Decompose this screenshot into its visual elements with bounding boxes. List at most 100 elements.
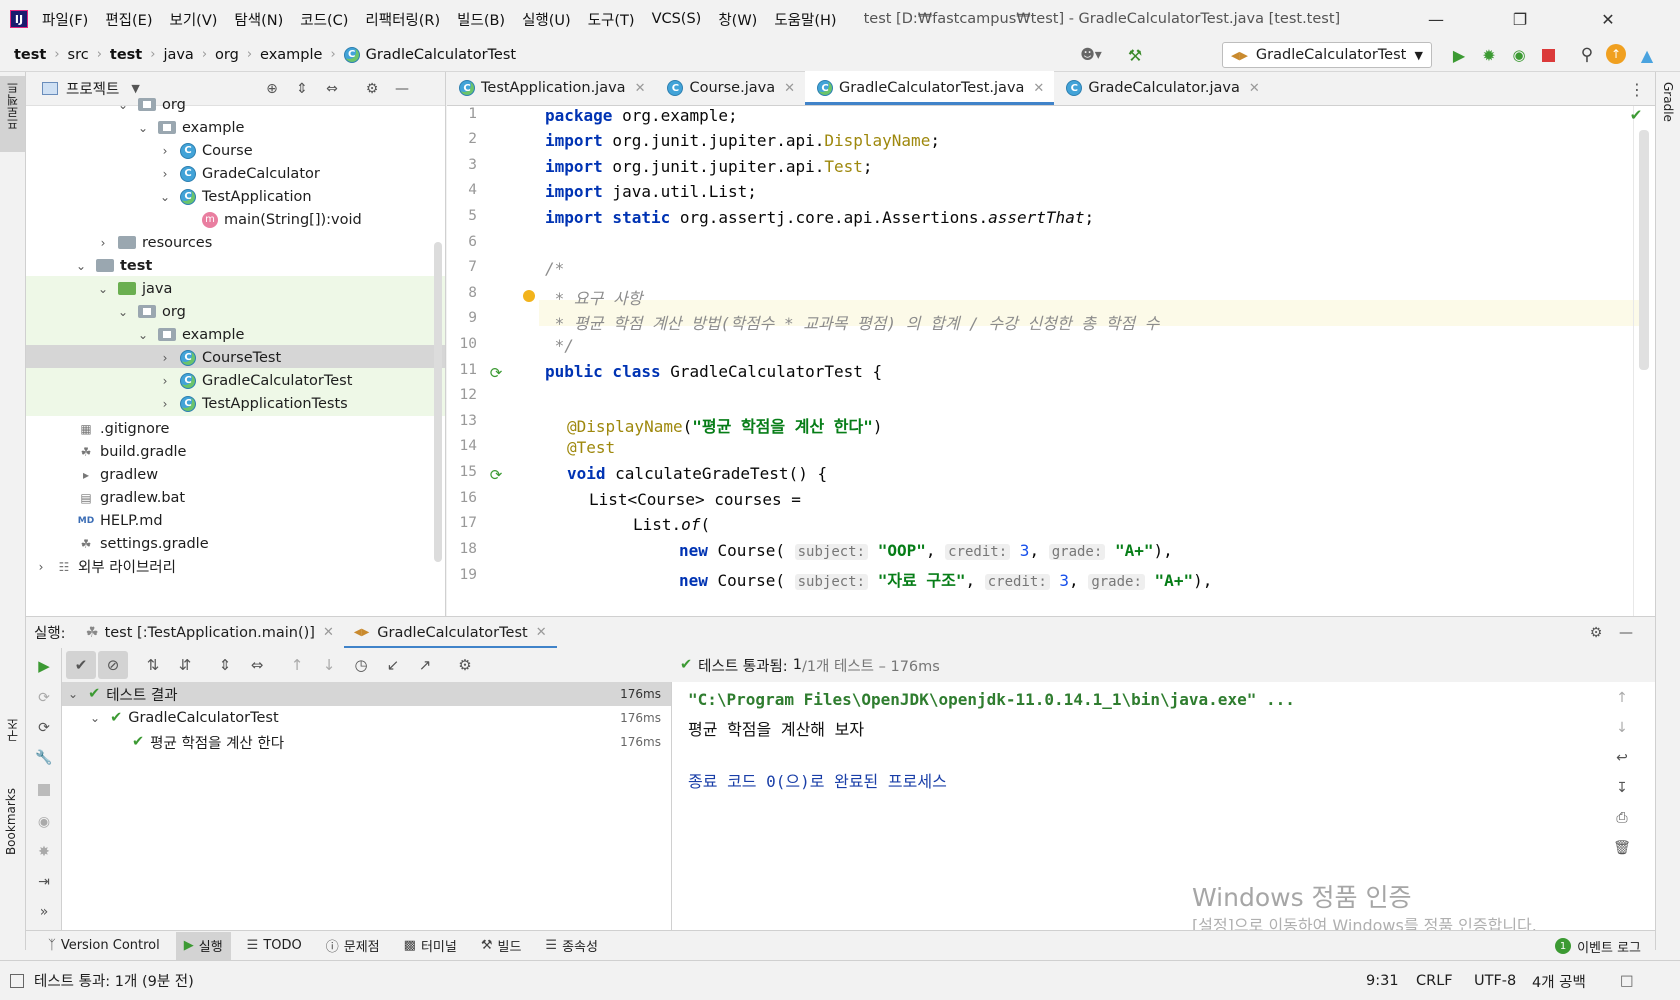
editor-scrollbar[interactable] (1639, 130, 1649, 370)
tree-item-org[interactable]: ⌄ org (26, 299, 445, 324)
tree-item-example[interactable]: ⌄ example (26, 322, 445, 347)
tab-gradlecalculatortest[interactable]: C GradleCalculatorTest.java ✕ (805, 71, 1055, 105)
camera-icon[interactable]: ◉ (34, 812, 54, 832)
pin-icon[interactable]: ✸ (34, 842, 54, 862)
chevron-down-icon[interactable]: ⌄ (116, 98, 130, 112)
next-failed-icon[interactable]: ↓ (314, 651, 344, 679)
tree-item-gradlew-bat[interactable]: ▤ gradlew.bat (26, 485, 445, 510)
menu-build[interactable]: 빌드(B) (457, 9, 505, 30)
tree-item-gradlew[interactable]: ▸ gradlew (26, 462, 445, 487)
menu-run[interactable]: 실행(U) (522, 9, 571, 30)
close-tab-icon[interactable]: ✕ (1033, 81, 1044, 96)
tool-tab-dependencies[interactable]: ☰ 종속성 (537, 932, 606, 960)
tree-item-org[interactable]: ⌄ org (26, 92, 445, 117)
tree-item-gitignore[interactable]: ▦ .gitignore (26, 416, 445, 441)
tree-item-settings-gradle[interactable]: ☘ settings.gradle (26, 531, 445, 556)
tab-testapplication[interactable]: C TestApplication.java ✕ (447, 71, 655, 105)
sort-duration-icon[interactable]: ⇵ (170, 651, 200, 679)
chevron-down-icon[interactable]: ⌄ (116, 305, 130, 319)
indent-setting[interactable]: 4개 공백 (1532, 961, 1586, 1000)
wrench-icon[interactable]: 🔧 (34, 748, 54, 768)
run-icon[interactable]: ▶ (1448, 44, 1470, 66)
tree-item-course[interactable]: › C Course (26, 138, 445, 163)
breadcrumb-item[interactable]: org (215, 47, 239, 63)
tree-item-testapplication[interactable]: ⌄ C TestApplication (26, 184, 445, 209)
test-result-root[interactable]: ⌄ ✔ 테스트 결과 176ms (62, 682, 671, 706)
scroll-to-end-icon[interactable]: ↧ (1612, 778, 1632, 798)
chevron-right-icon[interactable]: › (158, 167, 172, 181)
tree-item-test[interactable]: ⌄ test (26, 253, 445, 278)
breadcrumb-item[interactable]: java (163, 47, 193, 63)
history-icon[interactable]: ◷ (346, 651, 376, 679)
project-tool-button[interactable]: 프로젝트 (0, 76, 25, 152)
status-message[interactable]: 테스트 통과: 1개 (9분 전) (34, 970, 194, 991)
chevron-right-icon[interactable]: › (158, 397, 172, 411)
toggle-tool-windows-icon[interactable] (10, 973, 24, 988)
tree-item-build-gradle[interactable]: ☘ build.gradle (26, 439, 445, 464)
run-test-gutter-icon[interactable]: ⟳ (487, 364, 505, 382)
user-icon[interactable]: ☻▾ (1074, 44, 1108, 66)
tool-tab-version-control[interactable]: ᛉ Version Control (40, 932, 168, 960)
menu-help[interactable]: 도움말(H) (774, 9, 836, 30)
chevron-down-icon[interactable]: ⌄ (74, 259, 88, 273)
file-encoding[interactable]: UTF-8 (1474, 961, 1516, 1000)
menu-code[interactable]: 코드(C) (300, 9, 348, 30)
tree-item-gradecalculator[interactable]: › C GradeCalculator (26, 161, 445, 186)
chevron-down-icon[interactable]: ⌄ (68, 687, 78, 701)
caret-position[interactable]: 9:31 (1366, 961, 1399, 1000)
lock-icon[interactable]: □ (1620, 961, 1634, 1000)
close-window-button[interactable]: ✕ (1580, 0, 1636, 38)
breadcrumb-item[interactable]: GradleCalculatorTest (366, 47, 516, 63)
tree-item-external-libraries[interactable]: › ☷ 외부 라이브러리 (26, 554, 445, 579)
import-icon[interactable]: ⇥ (34, 872, 54, 892)
tool-tab-problems[interactable]: ⓘ 문제점 (318, 932, 388, 960)
code-editor[interactable]: 1 2 3 4 5 6 7 8 9 10 11 12 13 14 15 16 1… (447, 106, 1655, 616)
stop-icon[interactable] (1542, 49, 1555, 62)
menu-refactor[interactable]: 리팩터링(R) (365, 9, 440, 30)
show-passed-icon[interactable]: ✔ (66, 651, 96, 679)
tool-tab-run[interactable]: ▶ 실행 (175, 931, 231, 960)
close-tab-icon[interactable]: ✕ (1249, 81, 1260, 96)
menu-file[interactable]: 파일(F) (42, 9, 88, 30)
previous-failed-icon[interactable]: ↑ (282, 651, 312, 679)
tree-item-gradlecalculatortest[interactable]: › C GradleCalculatorTest (26, 368, 445, 393)
tab-gradecalculator[interactable]: C GradeCalculator.java ✕ (1054, 71, 1269, 105)
run-tab-gradlecalculatortest[interactable]: ◀▶ GradleCalculatorTest ✕ (343, 617, 557, 649)
trash-icon[interactable]: 🗑 (1612, 838, 1632, 858)
project-scrollbar[interactable] (434, 242, 442, 562)
chevron-down-icon[interactable]: ⌄ (136, 121, 150, 135)
close-tab-icon[interactable]: ✕ (323, 625, 334, 640)
chevron-right-icon[interactable]: › (34, 560, 48, 574)
test-class-row[interactable]: ⌄ ✔ GradleCalculatorTest 176ms (62, 706, 671, 730)
breadcrumb-item[interactable]: example (260, 47, 322, 63)
gear-icon[interactable]: ⚙ (1586, 623, 1606, 643)
show-ignored-icon[interactable]: ⊘ (98, 651, 128, 679)
chevron-down-icon[interactable]: ⌄ (136, 328, 150, 342)
chevron-down-icon[interactable]: ⌄ (96, 282, 110, 296)
plugin-icon[interactable]: ▲ (1636, 44, 1658, 66)
breadcrumb-item[interactable]: test (14, 47, 46, 63)
restore-button[interactable]: ❐ (1492, 0, 1548, 38)
menu-vcs[interactable]: VCS(S) (652, 11, 702, 27)
menu-tools[interactable]: 도구(T) (588, 9, 635, 30)
menu-navigate[interactable]: 탐색(N) (234, 9, 283, 30)
hide-panel-icon[interactable]: — (1616, 623, 1636, 643)
close-tab-icon[interactable]: ✕ (784, 81, 795, 96)
inspection-ok-icon[interactable]: ✔ (1627, 106, 1645, 124)
rerun-icon[interactable]: ▶ (34, 656, 54, 676)
tree-item-testapplicationtests[interactable]: › C TestApplicationTests (26, 391, 445, 416)
tree-item-resources[interactable]: › resources (26, 230, 445, 255)
chevron-right-icon[interactable]: › (158, 351, 172, 365)
run-tab-testapplication[interactable]: ☘ test [:TestApplication.main()] ✕ (76, 617, 344, 649)
chevron-down-icon[interactable]: ⌄ (158, 190, 172, 204)
menu-window[interactable]: 창(W) (718, 9, 757, 30)
tool-tab-todo[interactable]: ☰ TODO (239, 932, 310, 960)
breadcrumb-item[interactable]: test (110, 47, 142, 63)
tree-item-main-method[interactable]: m main(String[]):void (26, 207, 445, 232)
tree-item-coursetest[interactable]: › C CourseTest (26, 345, 445, 370)
build-hammer-icon[interactable]: ⚒ (1124, 44, 1146, 66)
console-output[interactable]: "C:\Program Files\OpenJDK\openjdk-11.0.1… (672, 682, 1590, 930)
coverage-icon[interactable]: ◉ (1508, 44, 1530, 66)
chevron-right-icon[interactable]: › (158, 374, 172, 388)
scroll-up-icon[interactable]: ↑ (1612, 688, 1632, 708)
